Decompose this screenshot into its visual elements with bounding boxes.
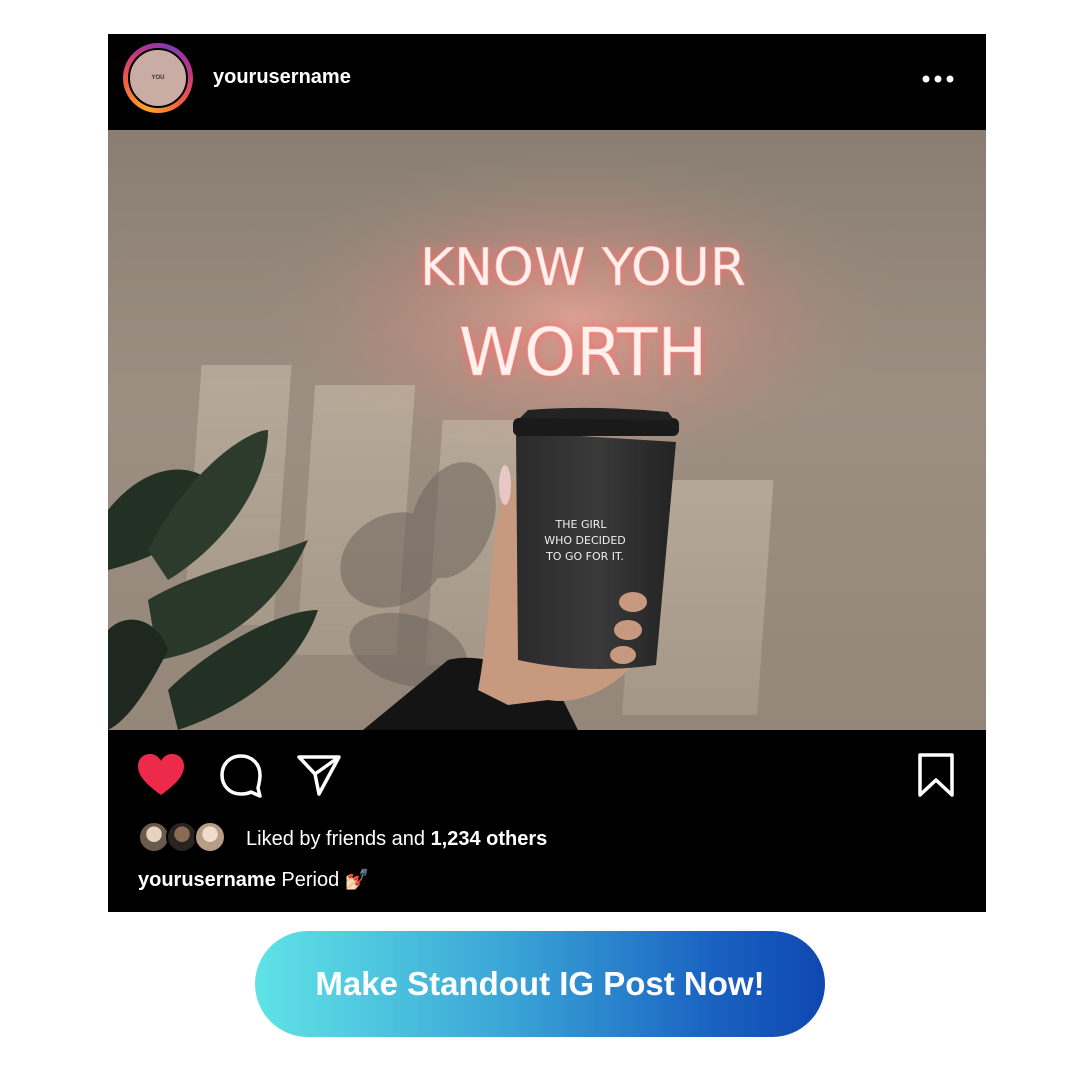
coffee-cup: THE GIRL WHO DECIDED TO GO FOR IT. [513, 407, 679, 669]
cup-text-3: TO GO FOR IT. [545, 550, 624, 563]
avatar-image: YOU [128, 48, 188, 108]
plant [108, 430, 318, 730]
instagram-post: YOU yourusername KNOW YOUR WORTH KNOW YO… [108, 34, 986, 912]
cta-label: Make Standout IG Post Now! [315, 965, 765, 1002]
cta-button[interactable]: Make Standout IG Post Now! [255, 931, 825, 1037]
post-caption: yourusername Period 💅🏻 [138, 867, 370, 892]
neon-line-1: KNOW YOUR [420, 238, 746, 298]
neon-line-2: WORTH [459, 314, 707, 391]
post-username[interactable]: yourusername [213, 66, 351, 89]
likes-count[interactable]: 1,234 others [431, 828, 548, 850]
likes-prefix: Liked by friends and [246, 828, 431, 850]
cup-text-2: WHO DECIDED [544, 534, 626, 547]
avatar-text: YOU [151, 75, 165, 81]
caption-emoji: 💅🏻 [344, 869, 370, 891]
liker-avatar [194, 821, 226, 853]
comment-icon[interactable] [218, 752, 264, 798]
post-header: YOU yourusername [108, 34, 986, 130]
cup-text-1: THE GIRL [555, 518, 608, 531]
send-icon[interactable] [296, 752, 342, 798]
likes-text: Liked by friends and 1,234 others [246, 828, 547, 851]
caption-text: Period [281, 869, 340, 891]
heart-filled-icon[interactable] [136, 752, 186, 798]
post-image[interactable]: KNOW YOUR WORTH KNOW YOUR WORTH THE GIRL… [108, 130, 986, 730]
more-horizontal-icon[interactable] [916, 68, 960, 90]
post-photo-illustration: KNOW YOUR WORTH KNOW YOUR WORTH THE GIRL… [108, 150, 908, 730]
liker-avatars [138, 821, 233, 855]
bookmark-icon[interactable] [916, 752, 956, 798]
avatar[interactable]: YOU [123, 43, 193, 113]
caption-username[interactable]: yourusername [138, 869, 276, 891]
